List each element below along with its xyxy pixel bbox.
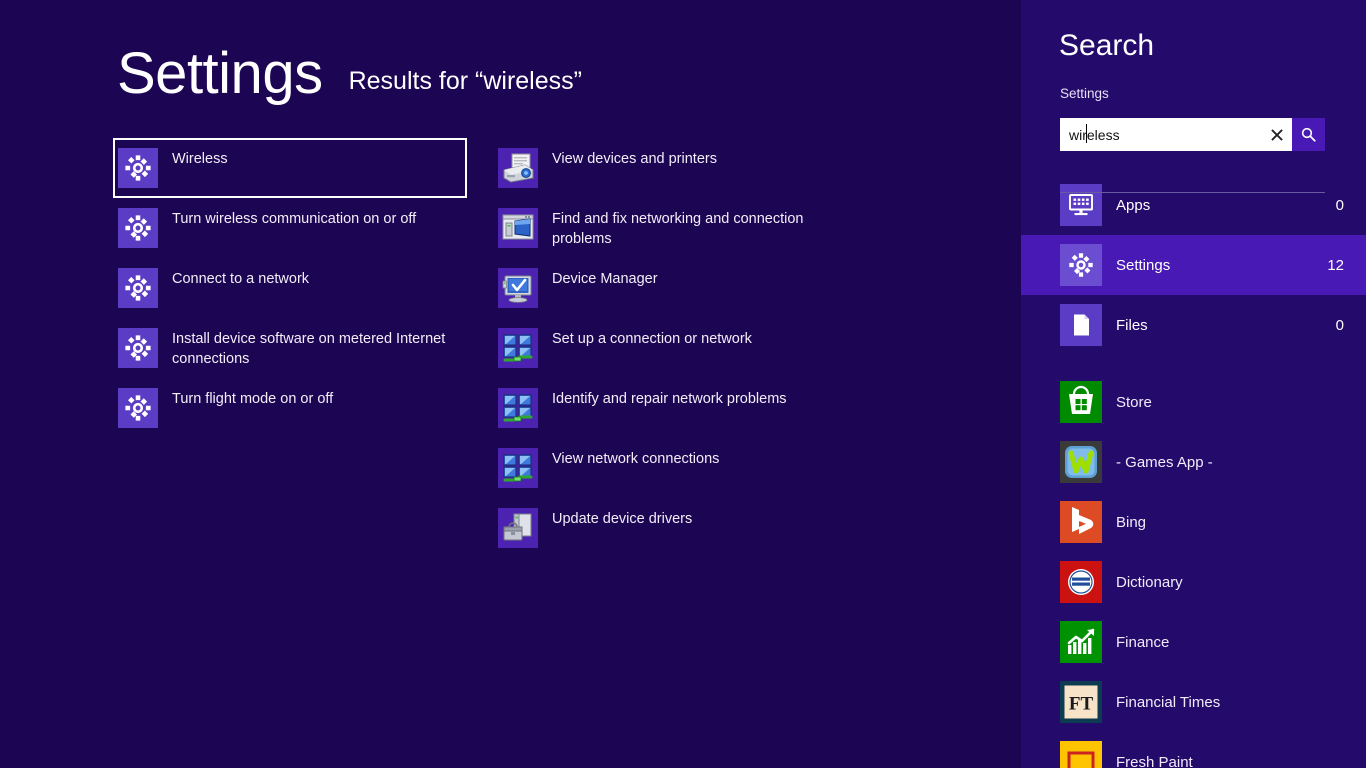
result-label: View devices and printers — [552, 151, 717, 167]
app-label: Financial Times — [1116, 693, 1221, 711]
app-label: Store — [1116, 393, 1152, 411]
close-icon — [1271, 128, 1283, 141]
app-row-financial-times[interactable]: FT Financial Times — [1021, 672, 1366, 732]
charm-scope-label: Settings — [1060, 86, 1109, 101]
results-column-left: Wireless Turn wireless communication on … — [113, 138, 473, 438]
app-label: Finance — [1116, 633, 1170, 651]
category-count: 12 — [1327, 256, 1344, 274]
result-label: Connect to a network — [172, 271, 310, 287]
gear-icon — [118, 208, 158, 248]
gear-icon — [1060, 244, 1102, 286]
text-caret — [1086, 124, 1087, 143]
search-box[interactable]: wireless — [1060, 118, 1325, 151]
gear-icon — [118, 328, 158, 368]
svg-text:FT: FT — [1069, 694, 1094, 715]
result-item-set-up-connection[interactable]: Set up a connection or network — [493, 318, 893, 378]
category-label: Files — [1116, 316, 1148, 334]
search-app-list: Store - Games App - Bing Dictionary Fina… — [1021, 372, 1366, 768]
result-item-find-fix-networking[interactable]: Find and fix networking and connection p… — [493, 198, 893, 258]
result-label: Turn flight mode on or off — [172, 391, 334, 407]
gear-icon — [118, 268, 158, 308]
result-item-view-network-connections[interactable]: View network connections — [493, 438, 893, 498]
search-input-value: wireless — [1069, 126, 1120, 143]
result-label: Wireless — [172, 151, 228, 167]
app-label: - Games App - — [1116, 453, 1213, 471]
app-row-games-app[interactable]: - Games App - — [1021, 432, 1366, 492]
store-icon — [1060, 381, 1102, 423]
result-item-identify-repair-network[interactable]: Identify and repair network problems — [493, 378, 893, 438]
apps-icon — [1060, 184, 1102, 226]
result-label: Identify and repair network problems — [552, 391, 787, 407]
result-item-connect-to-network[interactable]: Connect to a network — [113, 258, 473, 318]
app-label: Fresh Paint — [1116, 753, 1193, 768]
app-row-store[interactable]: Store — [1021, 372, 1366, 432]
result-label: Update device drivers — [552, 511, 693, 527]
result-label: Set up a connection or network — [552, 331, 752, 347]
troubleshoot-icon — [498, 208, 538, 248]
app-row-dictionary[interactable]: Dictionary — [1021, 552, 1366, 612]
result-item-turn-wireless-on-off[interactable]: Turn wireless communication on or off — [113, 198, 473, 258]
games-app-icon — [1060, 441, 1102, 483]
search-icon — [1301, 127, 1316, 142]
result-label: View network connections — [552, 451, 720, 467]
result-item-view-devices-printers[interactable]: View devices and printers — [493, 138, 893, 198]
charm-title: Search — [1059, 29, 1155, 62]
finance-icon — [1060, 621, 1102, 663]
result-label: Turn wireless communication on or off — [172, 211, 417, 227]
category-row-apps[interactable]: Apps 0 — [1021, 175, 1366, 235]
search-charm-panel: Search Settings wireless Apps 0 Settings… — [1021, 0, 1366, 768]
driver-toolbox-icon — [498, 508, 538, 548]
category-label: Apps — [1116, 196, 1151, 214]
file-icon — [1060, 304, 1102, 346]
search-input[interactable]: wireless — [1060, 118, 1262, 151]
gear-icon — [118, 148, 158, 188]
results-column-right: View devices and printers Find and fix n… — [493, 138, 893, 558]
app-row-finance[interactable]: Finance — [1021, 612, 1366, 672]
app-label: Bing — [1116, 513, 1147, 531]
result-label: Find and fix networking and connection p… — [552, 211, 804, 247]
category-count: 0 — [1335, 316, 1344, 334]
search-category-list: Apps 0 Settings 12 Files 0 — [1021, 175, 1366, 355]
result-label: Install device software on metered Inter… — [172, 331, 446, 367]
app-row-bing[interactable]: Bing — [1021, 492, 1366, 552]
category-count: 0 — [1335, 196, 1344, 214]
result-item-install-device-software[interactable]: Install device software on metered Inter… — [113, 318, 473, 378]
category-row-settings[interactable]: Settings 12 — [1021, 235, 1366, 295]
network-icon — [498, 388, 538, 428]
search-results-pane: Settings Results for “wireless” Wireless… — [0, 0, 1021, 768]
windows-search-screen: Settings Results for “wireless” Wireless… — [0, 0, 1366, 768]
clear-search-button[interactable] — [1262, 118, 1292, 151]
category-row-files[interactable]: Files 0 — [1021, 295, 1366, 355]
results-header: Settings Results for “wireless” — [117, 45, 582, 103]
result-item-device-manager[interactable]: Device Manager — [493, 258, 893, 318]
fresh-paint-icon — [1060, 741, 1102, 768]
financial-times-icon: FT — [1060, 681, 1102, 723]
submit-search-button[interactable] — [1292, 118, 1325, 151]
network-icon — [498, 328, 538, 368]
page-title: Settings — [117, 41, 323, 106]
category-label: Settings — [1116, 256, 1171, 274]
app-label: Dictionary — [1116, 573, 1183, 591]
results-for-label: Results for “wireless” — [348, 67, 582, 95]
app-row-fresh-paint[interactable]: Fresh Paint — [1021, 732, 1366, 768]
bing-icon — [1060, 501, 1102, 543]
network-icon — [498, 448, 538, 488]
device-manager-icon — [498, 268, 538, 308]
printer-icon — [498, 148, 538, 188]
result-label: Device Manager — [552, 271, 658, 287]
dictionary-icon — [1060, 561, 1102, 603]
result-item-update-device-drivers[interactable]: Update device drivers — [493, 498, 893, 558]
result-item-turn-flight-mode[interactable]: Turn flight mode on or off — [113, 378, 473, 438]
section-divider — [1060, 192, 1325, 193]
gear-icon — [118, 388, 158, 428]
result-item-wireless[interactable]: Wireless — [113, 138, 467, 198]
